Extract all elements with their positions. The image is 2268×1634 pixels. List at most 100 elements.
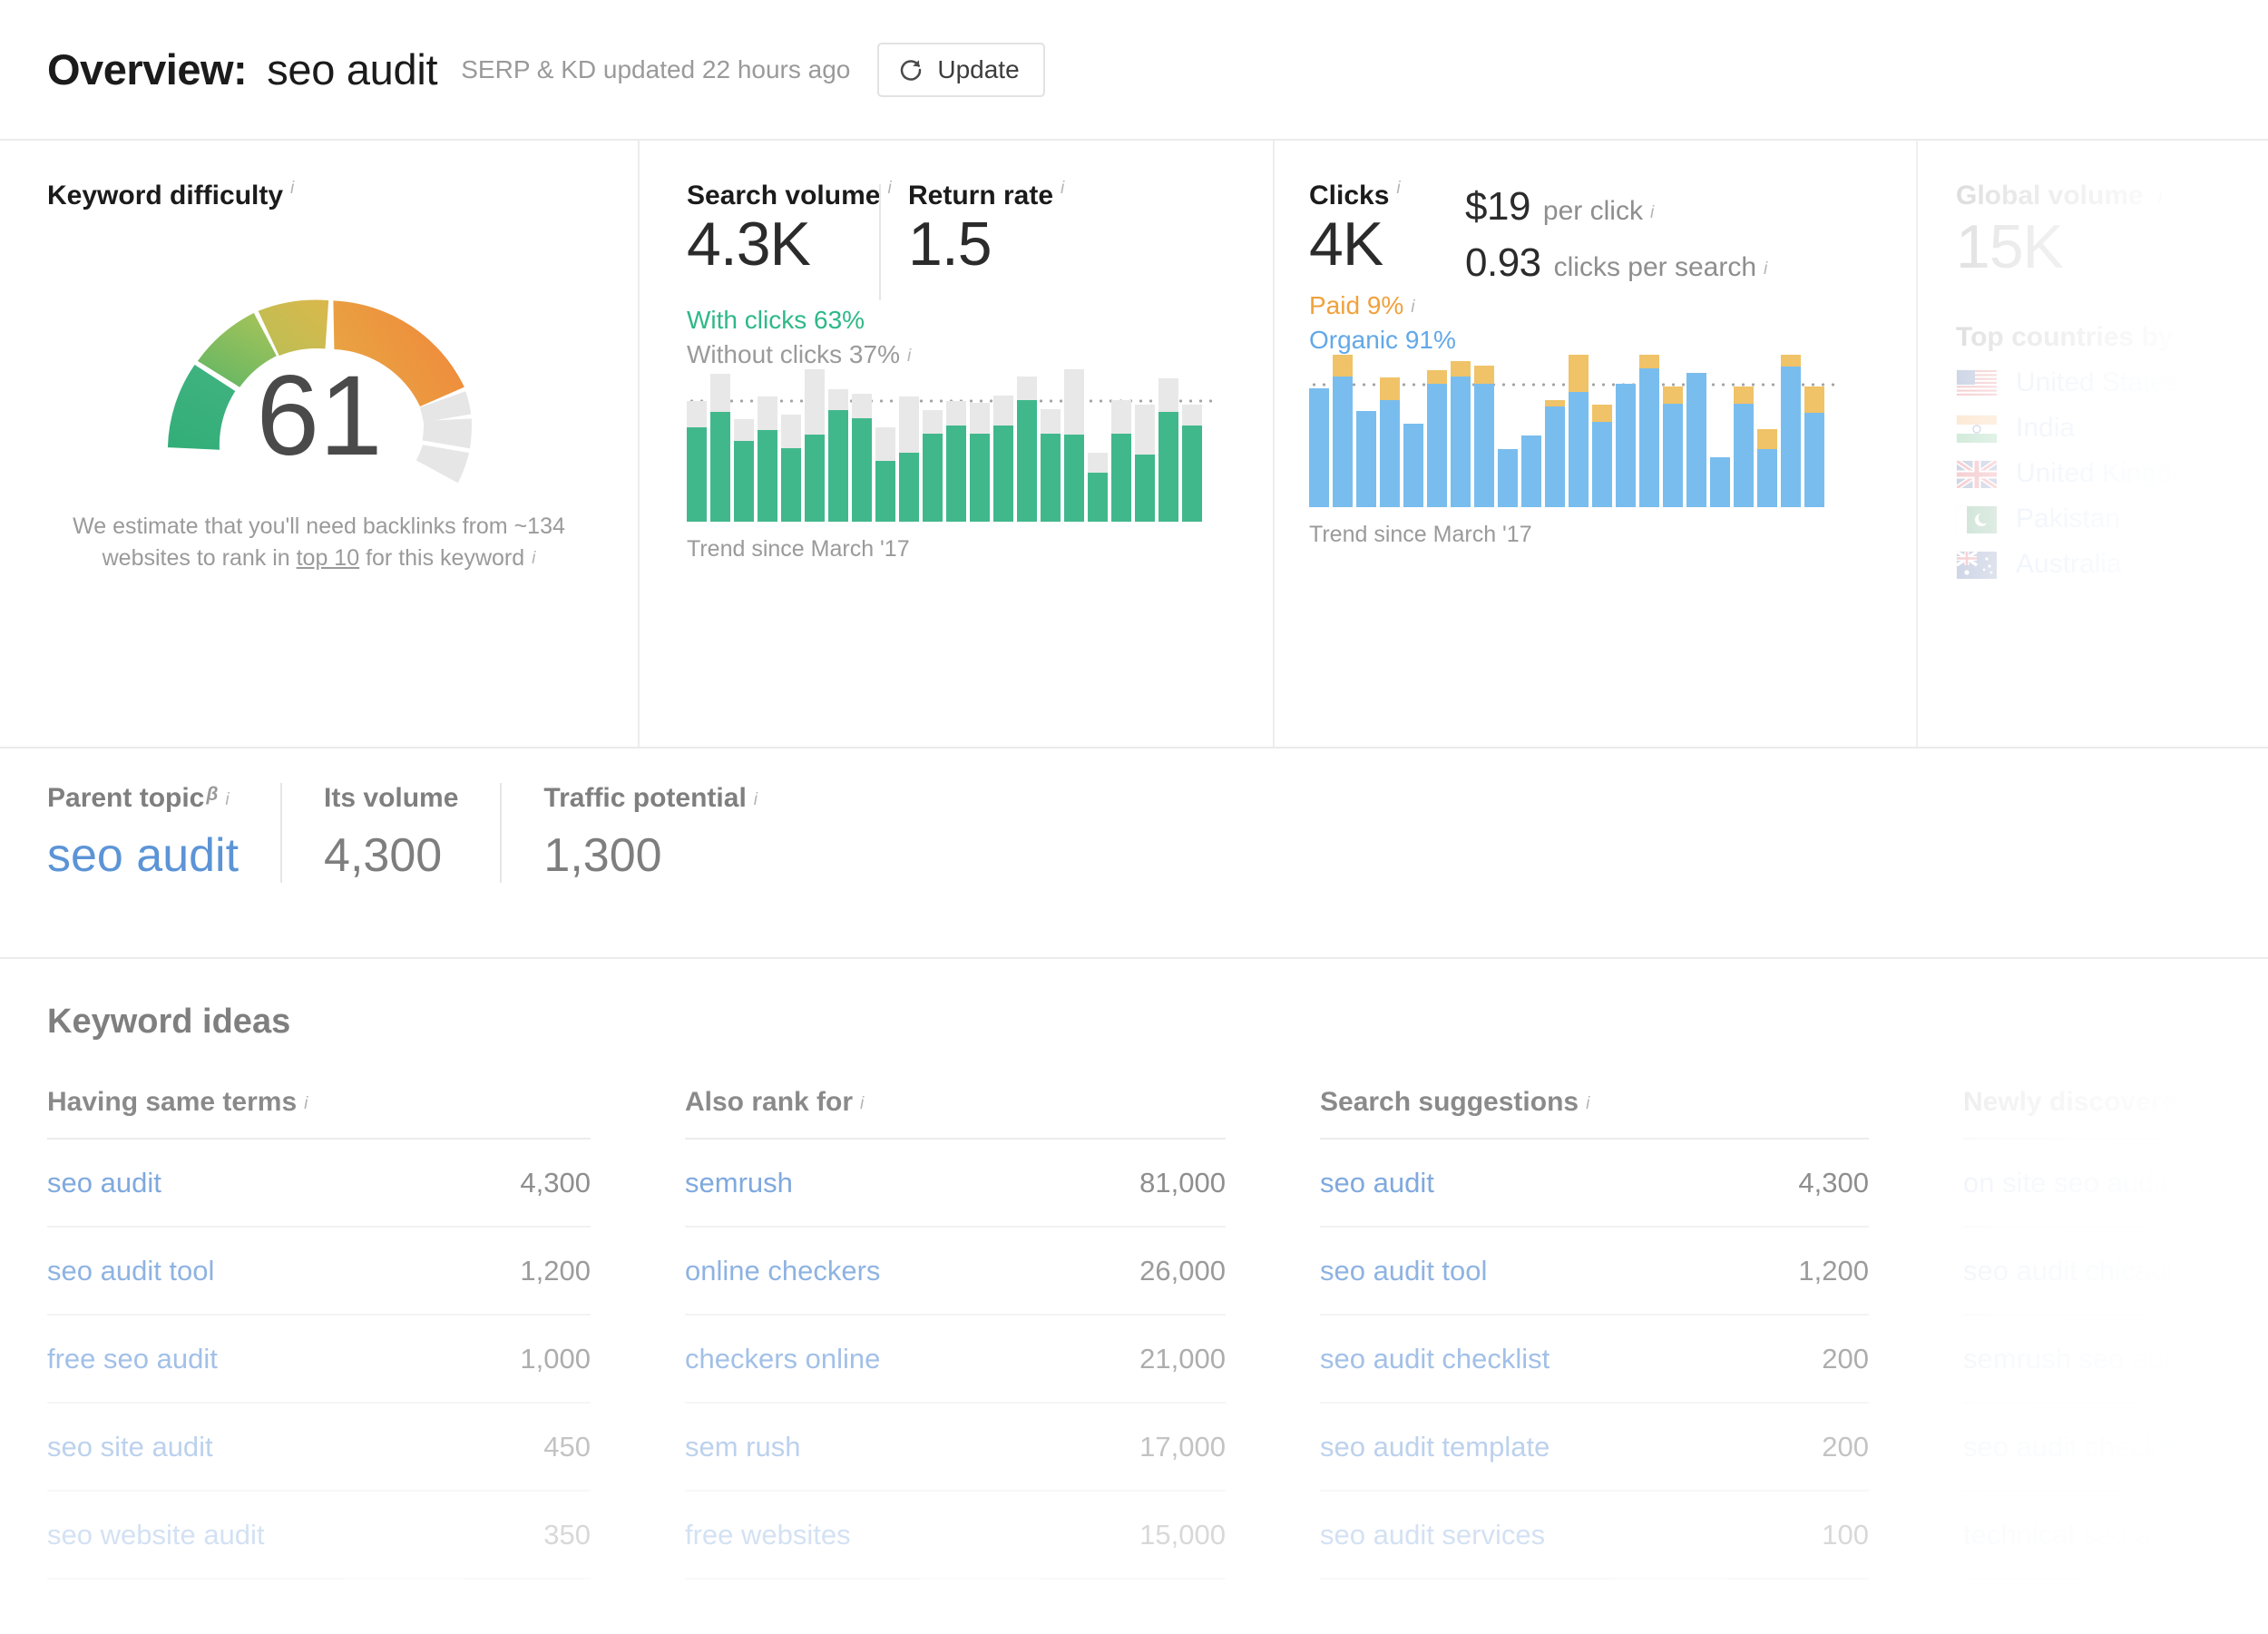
keyword-link[interactable]: seo audit tool (1320, 1255, 1487, 1287)
info-icon[interactable]: i (290, 179, 294, 199)
list-item[interactable]: free websites 15,000 (685, 1492, 1226, 1580)
info-icon[interactable]: i (860, 1094, 864, 1113)
bar-column[interactable] (1545, 355, 1565, 507)
bar-column[interactable] (1781, 355, 1801, 507)
keyword-link[interactable]: free seo audit (47, 1343, 218, 1375)
keyword-link[interactable]: seo site audit (47, 1431, 213, 1463)
info-icon[interactable]: i (1411, 298, 1414, 317)
bar-column[interactable] (1182, 369, 1202, 522)
list-item[interactable]: seo audit 4,300 (47, 1140, 591, 1228)
list-item[interactable]: seo audit template 200 (1320, 1404, 1869, 1492)
bar-column[interactable] (946, 369, 966, 522)
bar-column[interactable] (852, 369, 872, 522)
list-item[interactable]: checkers online 21,000 (685, 1316, 1226, 1404)
bar-column[interactable] (1427, 355, 1447, 507)
bar-column[interactable] (687, 369, 707, 522)
list-item[interactable]: seo audit services 100 (1320, 1492, 1869, 1580)
update-button[interactable]: Update (877, 42, 1045, 97)
keyword-link[interactable]: free websites (685, 1519, 851, 1551)
info-icon[interactable]: i (225, 790, 229, 809)
keyword-link[interactable]: seo audit chicago (1963, 1255, 2182, 1287)
list-item[interactable]: semrush 81,000 (685, 1140, 1226, 1228)
info-icon[interactable]: i (754, 790, 758, 809)
list-item[interactable]: seo audit checklist (1963, 1404, 2221, 1492)
bar-column[interactable] (758, 369, 777, 522)
bar-column[interactable] (1639, 355, 1659, 507)
bar-column[interactable] (1804, 355, 1824, 507)
keyword-link[interactable]: semrush seo audit (1963, 1343, 2193, 1375)
info-icon[interactable]: i (1586, 1094, 1589, 1113)
list-item[interactable]: free seo audit 1,000 (47, 1316, 591, 1404)
info-icon[interactable]: i (1764, 259, 1767, 279)
bar-column[interactable] (1569, 355, 1589, 507)
country-row[interactable]: United Kingdom (1955, 458, 2241, 491)
keyword-link[interactable]: semrush (685, 1167, 793, 1199)
country-row[interactable]: India (1956, 413, 2241, 444)
bar-column[interactable] (1403, 355, 1423, 507)
info-icon[interactable]: i (1061, 179, 1064, 199)
bar-column[interactable] (1521, 355, 1541, 507)
country-row[interactable]: Pakistan (1956, 504, 2241, 534)
keyword-link[interactable]: seo audit services (1320, 1519, 1545, 1551)
bar-column[interactable] (970, 369, 990, 522)
info-icon[interactable]: i (1650, 203, 1654, 223)
bar-column[interactable] (781, 369, 801, 522)
keyword-link[interactable]: online checkers (685, 1255, 880, 1287)
bar-column[interactable] (710, 369, 730, 522)
info-icon[interactable]: i (2158, 188, 2162, 207)
list-item[interactable]: technical seo audit (1963, 1492, 2221, 1580)
keyword-link[interactable]: seo audit tool (47, 1255, 214, 1287)
bar-column[interactable] (1356, 355, 1376, 507)
bar-column[interactable] (1111, 369, 1131, 522)
bar-column[interactable] (1135, 369, 1155, 522)
bar-column[interactable] (1592, 355, 1612, 507)
list-item[interactable]: online checkers 26,000 (685, 1228, 1226, 1316)
list-item[interactable]: on site seo audit (1963, 1140, 2221, 1228)
info-icon[interactable]: i (887, 179, 891, 199)
bar-column[interactable] (1309, 355, 1329, 507)
keyword-link[interactable]: technical seo audit (1963, 1519, 2196, 1551)
bar-column[interactable] (1088, 369, 1108, 522)
bar-column[interactable] (1158, 369, 1178, 522)
bar-column[interactable] (875, 369, 895, 522)
list-item[interactable]: seo audit chicago (1963, 1228, 2221, 1316)
bar-column[interactable] (1710, 355, 1730, 507)
info-icon[interactable]: i (532, 549, 535, 568)
country-row[interactable]: United States (1956, 367, 2241, 398)
list-item[interactable]: sem rush 17,000 (685, 1404, 1226, 1492)
keyword-link[interactable]: checkers online (685, 1343, 880, 1375)
list-item[interactable]: seo audit 4,300 (1320, 1140, 1869, 1228)
list-item[interactable]: seo site audit 450 (47, 1404, 591, 1492)
bar-column[interactable] (1041, 369, 1061, 522)
list-item[interactable]: semrush seo audit (1963, 1316, 2221, 1404)
bar-column[interactable] (899, 369, 919, 522)
bar-column[interactable] (1451, 355, 1471, 507)
bar-column[interactable] (1734, 355, 1754, 507)
info-icon[interactable]: i (907, 347, 911, 366)
bar-column[interactable] (1064, 369, 1084, 522)
bar-column[interactable] (1017, 369, 1037, 522)
bar-column[interactable] (1616, 355, 1636, 507)
parent-topic-value[interactable]: seo audit (47, 828, 239, 883)
bar-column[interactable] (1380, 355, 1400, 507)
info-icon[interactable]: i (304, 1094, 308, 1113)
bar-column[interactable] (805, 369, 825, 522)
top-10-link[interactable]: top 10 (297, 545, 360, 571)
bar-column[interactable] (1757, 355, 1777, 507)
info-icon[interactable]: i (1396, 179, 1400, 199)
bar-column[interactable] (1474, 355, 1494, 507)
bar-column[interactable] (734, 369, 754, 522)
bar-column[interactable] (828, 369, 848, 522)
keyword-link[interactable]: sem rush (685, 1431, 800, 1463)
bar-column[interactable] (1663, 355, 1683, 507)
list-item[interactable]: seo website audit 350 (47, 1492, 591, 1580)
list-item[interactable]: seo audit checklist 200 (1320, 1316, 1869, 1404)
keyword-link[interactable]: seo website audit (47, 1519, 265, 1551)
keyword-link[interactable]: on site seo audit (1963, 1167, 2168, 1199)
list-item[interactable]: seo audit tool 1,200 (1320, 1228, 1869, 1316)
keyword-link[interactable]: seo audit checklist (1963, 1431, 2193, 1463)
keyword-link[interactable]: seo audit (47, 1167, 161, 1199)
bar-column[interactable] (1333, 355, 1353, 507)
country-row[interactable]: Australia (1956, 549, 2241, 580)
keyword-link[interactable]: seo audit checklist (1320, 1343, 1549, 1375)
